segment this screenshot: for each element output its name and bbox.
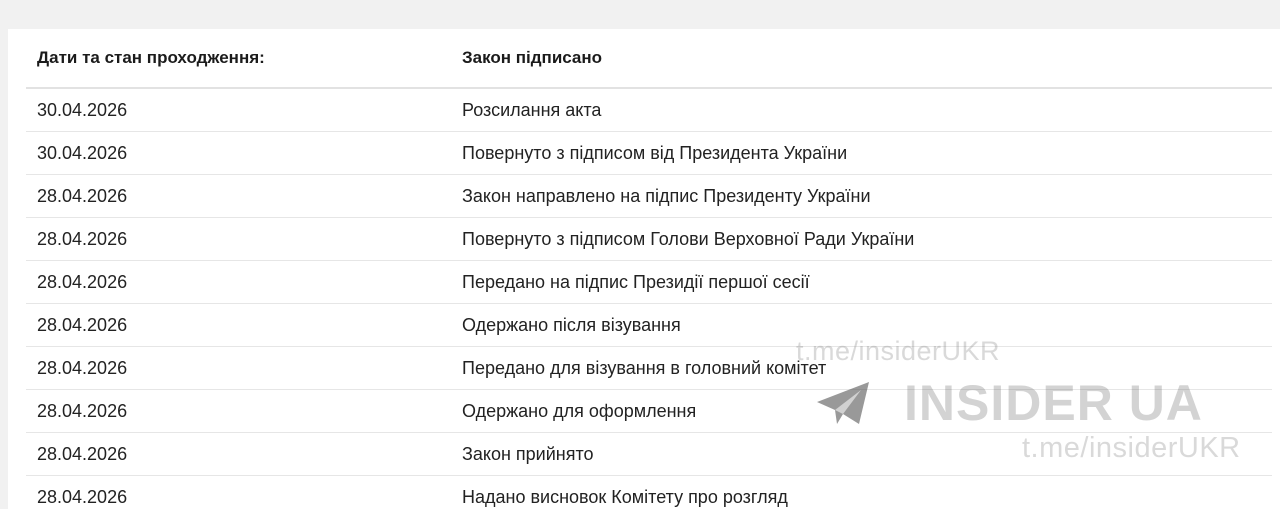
row-status: Закон направлено на підпис Президенту Ук… <box>462 185 871 206</box>
row-date: 28.04.2026 <box>37 357 128 378</box>
table-row: 30.04.2026 Розсилання акта <box>26 89 1272 132</box>
status-column-header: Закон підписано <box>462 48 603 67</box>
row-date: 28.04.2026 <box>37 486 128 507</box>
row-date: 28.04.2026 <box>37 443 128 464</box>
date-column-header: Дати та стан проходження: <box>37 48 265 67</box>
table-row: 28.04.2026 Одержано після візування <box>26 304 1272 347</box>
row-status: Повернуто з підписом від Президента Укра… <box>462 142 848 163</box>
row-status: Передано на підпис Президії першої сесії <box>462 271 810 292</box>
row-status: Розсилання акта <box>462 99 602 120</box>
table-row: 30.04.2026 Повернуто з підписом від През… <box>26 132 1272 175</box>
row-date: 28.04.2026 <box>37 185 128 206</box>
row-date: 28.04.2026 <box>37 314 128 335</box>
row-date: 28.04.2026 <box>37 228 128 249</box>
row-status: Надано висновок Комітету про розгляд <box>462 486 788 507</box>
page: Дати та стан проходження: Закон підписан… <box>0 0 1280 509</box>
row-status: Закон прийнято <box>462 443 594 464</box>
row-date: 28.04.2026 <box>37 400 128 421</box>
table-row: 28.04.2026 Одержано для оформлення <box>26 390 1272 433</box>
table-row: 28.04.2026 Повернуто з підписом Голови В… <box>26 218 1272 261</box>
row-date: 28.04.2026 <box>37 271 128 292</box>
row-status: Одержано для оформлення <box>462 400 697 421</box>
table-row: 28.04.2026 Закон прийнято <box>26 433 1272 476</box>
row-date: 30.04.2026 <box>37 142 128 163</box>
table-row: 28.04.2026 Закон направлено на підпис Пр… <box>26 175 1272 218</box>
table-row: 28.04.2026 Надано висновок Комітету про … <box>26 476 1272 509</box>
table-header-row: Дати та стан проходження: Закон підписан… <box>26 29 1272 89</box>
row-status: Повернуто з підписом Голови Верховної Ра… <box>462 228 915 249</box>
row-status: Передано для візування в головний коміте… <box>462 357 827 378</box>
row-date: 30.04.2026 <box>37 99 128 120</box>
table-row: 28.04.2026 Передано на підпис Президії п… <box>26 261 1272 304</box>
bill-status-card: Дати та стан проходження: Закон підписан… <box>8 29 1280 509</box>
bill-status-table: Дати та стан проходження: Закон підписан… <box>26 29 1272 509</box>
table-row: 28.04.2026 Передано для візування в голо… <box>26 347 1272 390</box>
row-status: Одержано після візування <box>462 314 681 335</box>
